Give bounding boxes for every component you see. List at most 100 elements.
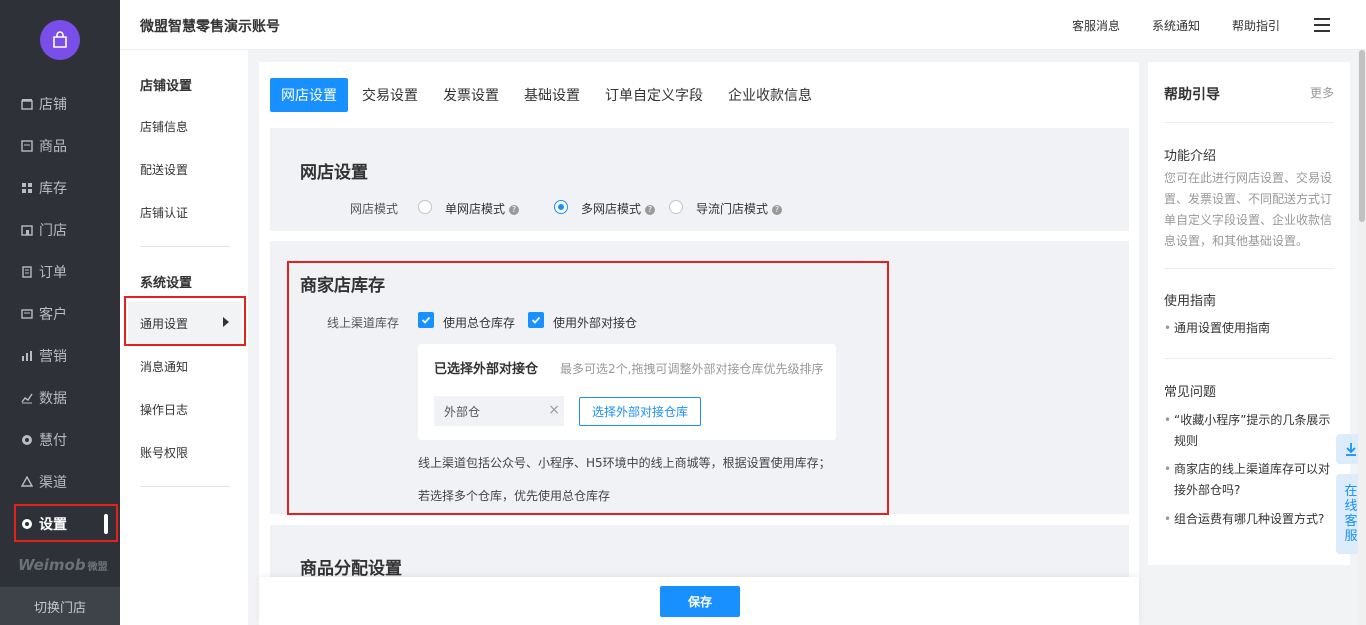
faq-link[interactable]: 组合运费有哪几种设置方式?	[1164, 509, 1336, 530]
shopping-bag-icon	[53, 31, 67, 48]
settings-highlight-box	[14, 504, 118, 542]
brand-text-cn: 微盟	[87, 562, 108, 573]
intro-title: 功能介绍	[1164, 149, 1217, 164]
option-guide-store[interactable]: 导流门店模式?	[696, 200, 783, 217]
help-divider	[1164, 268, 1334, 269]
page-scrollbar[interactable]	[1358, 50, 1366, 625]
submenu-item-logs[interactable]: 操作日志	[140, 401, 188, 418]
tab-basic-settings[interactable]: 基础设置	[513, 78, 591, 112]
tab-order-custom-fields[interactable]: 订单自定义字段	[594, 78, 714, 112]
guide-title: 使用指南	[1164, 294, 1217, 309]
sidebar-item-customer[interactable]: 客户	[0, 293, 120, 335]
top-header: 微盟智慧零售演示账号 客服消息 系统通知 帮助指引	[120, 0, 1366, 50]
hamburger-menu-icon[interactable]	[1314, 18, 1330, 32]
account-name: 微盟智慧零售演示账号	[140, 19, 280, 35]
inventory-highlight-box	[287, 261, 889, 515]
sidebar-item-label: 营销	[39, 349, 67, 365]
sidebar-item-label: 慧付	[39, 433, 67, 449]
save-button[interactable]: 保存	[660, 586, 740, 617]
sidebar-item-label: 库存	[39, 181, 67, 197]
sidebar-item-label: 数据	[39, 391, 67, 407]
faq-link[interactable]: 商家店的线上渠道库存可以对接外部仓吗?	[1164, 459, 1336, 501]
radio-multi-shop[interactable]	[554, 200, 568, 214]
sidebar-item-inventory[interactable]: 库存	[0, 167, 120, 209]
submenu-item-permissions[interactable]: 账号权限	[140, 444, 188, 461]
help-guide-link[interactable]: 帮助指引	[1232, 17, 1280, 34]
section-title: 商品分配设置	[300, 559, 402, 579]
shop-icon	[20, 223, 34, 237]
help-panel: 帮助引导 更多 功能介绍 您可在此进行网店设置、交易设置、发票设置、不同配送方式…	[1148, 62, 1350, 565]
submenu-group-shop: 店铺设置	[140, 79, 193, 94]
shop-settings-section: 网店设置 网店模式 单网店模式? 多网店模式? 导流门店模式?	[270, 128, 1129, 231]
guide-link[interactable]: 通用设置使用指南	[1164, 318, 1336, 339]
sidebar-item-label: 商品	[39, 139, 67, 155]
save-bar: 保存	[259, 577, 1139, 625]
product-icon	[20, 139, 34, 153]
sidebar-item-product[interactable]: 商品	[0, 125, 120, 167]
channel-icon	[20, 475, 34, 489]
customer-message-link[interactable]: 客服消息	[1072, 17, 1120, 34]
option-single-shop[interactable]: 单网店模式?	[445, 200, 520, 217]
scrollbar-thumb[interactable]	[1359, 50, 1365, 222]
option-label: 导流门店模式	[696, 202, 769, 216]
submenu-item-notification[interactable]: 消息通知	[140, 358, 188, 375]
online-service-label: 在线客服	[1344, 484, 1358, 544]
order-icon	[20, 265, 34, 279]
header-links: 客服消息 系统通知 帮助指引	[1040, 0, 1280, 50]
brand-text: Weimob	[18, 556, 86, 574]
submenu-item-shop-info[interactable]: 店铺信息	[140, 118, 188, 135]
help-question-icon[interactable]: ?	[509, 204, 520, 215]
sidebar-item-label: 店铺	[39, 97, 67, 113]
help-divider	[1164, 122, 1334, 123]
general-highlight-box	[124, 296, 246, 346]
settings-tabs: 网店设置 交易设置 发票设置 基础设置 订单自定义字段 企业收款信息	[270, 78, 826, 112]
download-icon	[1346, 443, 1356, 456]
submenu-divider	[140, 246, 230, 247]
sidebar-item-channel[interactable]: 渠道	[0, 461, 120, 503]
main-sidebar: 店铺 商品 库存 门店 订单 客户 营销 数据 慧付 渠道 设置 Weimob …	[0, 0, 120, 625]
sidebar-item-marketing[interactable]: 营销	[0, 335, 120, 377]
sidebar-item-label: 客户	[39, 307, 67, 323]
sidebar-item-pay[interactable]: 慧付	[0, 419, 120, 461]
inventory-icon	[20, 181, 34, 195]
system-notice-link[interactable]: 系统通知	[1152, 17, 1200, 34]
tab-trade-settings[interactable]: 交易设置	[351, 78, 429, 112]
option-label: 单网店模式	[445, 202, 506, 216]
faq-link[interactable]: “收藏小程序”提示的几条展示规则	[1164, 410, 1336, 452]
switch-store-button[interactable]: 切换门店	[0, 587, 120, 625]
settings-submenu: 店铺设置 店铺信息 配送设置 店铺认证 系统设置 通用设置 消息通知 操作日志 …	[120, 50, 248, 625]
intro-text: 您可在此进行网店设置、交易设置、发票设置、不同配送方式订单自定义字段设置、企业收…	[1164, 171, 1333, 248]
radio-single-shop[interactable]	[418, 200, 432, 214]
submenu-group-system: 系统设置	[140, 276, 193, 291]
sidebar-item-order[interactable]: 订单	[0, 251, 120, 293]
help-divider	[1164, 358, 1334, 359]
help-question-icon[interactable]: ?	[645, 204, 656, 215]
submenu-item-delivery[interactable]: 配送设置	[140, 161, 188, 178]
section-title: 网店设置	[300, 163, 368, 183]
tab-enterprise-payment[interactable]: 企业收款信息	[717, 78, 823, 112]
tab-invoice-settings[interactable]: 发票设置	[432, 78, 510, 112]
data-icon	[20, 391, 34, 405]
tab-shop-settings[interactable]: 网店设置	[270, 78, 348, 112]
sidebar-item-label: 门店	[39, 223, 67, 239]
option-multi-shop[interactable]: 多网店模式?	[581, 200, 656, 217]
sidebar-item-label: 订单	[39, 265, 67, 281]
pay-icon	[20, 433, 34, 447]
sidebar-item-label: 渠道	[39, 475, 67, 491]
brand-logo: Weimob 微盟	[18, 556, 108, 574]
sidebar-item-store[interactable]: 店铺	[0, 83, 120, 125]
radio-guide-store[interactable]	[669, 200, 683, 214]
submenu-item-certification[interactable]: 店铺认证	[140, 204, 188, 221]
customer-icon	[20, 307, 34, 321]
help-title: 帮助引导	[1164, 87, 1220, 103]
sidebar-item-shop[interactable]: 门店	[0, 209, 120, 251]
store-icon	[20, 97, 34, 111]
help-question-icon[interactable]: ?	[772, 204, 783, 215]
sidebar-item-data[interactable]: 数据	[0, 377, 120, 419]
app-logo[interactable]	[40, 20, 80, 60]
faq-title: 常见问题	[1164, 385, 1217, 400]
shop-mode-label: 网店模式	[350, 202, 399, 216]
help-more-link[interactable]: 更多	[1310, 84, 1334, 101]
option-label: 多网店模式	[581, 202, 642, 216]
marketing-icon	[20, 349, 34, 363]
